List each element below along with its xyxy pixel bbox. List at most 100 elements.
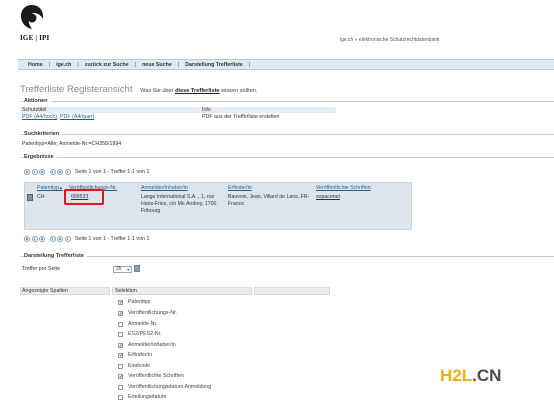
suchkriterien-text: Patenttyp=Alle; Anmelde-Nr.=CH358/1994 — [22, 141, 122, 147]
ige-logo-icon — [21, 5, 44, 29]
checkbox-unchecked[interactable] — [118, 321, 123, 327]
hint-prefix: Was Sie über — [140, 88, 176, 94]
ergebnisse-title: Ergebnisse — [24, 154, 57, 160]
pager-prev-10-icon[interactable] — [31, 169, 38, 175]
suchkriterien-section: Suchkriterien — [20, 131, 554, 137]
hint-suffix: wissen sollten. — [219, 88, 258, 94]
option-anmelder[interactable]: ✔ Anmelder/Inhaber/in — [118, 342, 176, 348]
page-hint: Was Sie über diese Trefferliste wissen s… — [140, 88, 257, 94]
nav-separator: | — [134, 61, 137, 68]
option-label: Veröffentlichte Schriften — [128, 373, 184, 379]
pager-prev-icon[interactable] — [39, 236, 45, 242]
option-label: Veröffentlichungsdatum Anmeldung — [128, 384, 212, 390]
checkbox-checked[interactable]: ✔ — [118, 310, 123, 316]
nav-new-search[interactable]: neue Suche — [142, 62, 172, 68]
option-label: ES2/PES2-Nr. — [128, 331, 162, 337]
option-label: Veröffentlichungs-Nr. — [128, 310, 178, 316]
option-es2[interactable]: ES2/PES2-Nr. — [118, 331, 162, 337]
pager-prev-icon[interactable] — [39, 169, 45, 175]
option-label: Anmelder/Inhaber/in — [128, 342, 176, 348]
aktionen-col-info: Info — [202, 107, 211, 113]
option-kindcode[interactable]: Kindcode — [118, 363, 150, 369]
pager-info: Seite 1 von 1 - Treffer 1-1 von 1 — [75, 236, 150, 242]
ige-logo-text: IGE | IPI — [20, 34, 50, 42]
option-patenttyp[interactable]: ✔ Patenttyp — [118, 299, 150, 305]
checkbox-unchecked[interactable] — [118, 331, 123, 337]
checkbox-unchecked[interactable] — [118, 363, 123, 369]
pager-first-icon[interactable] — [24, 169, 30, 175]
nav-back-to-search[interactable]: zurück zur Suche — [85, 62, 129, 68]
aktionen-title: Aktionen — [24, 98, 51, 104]
page-title: Trefferliste Registeransicht Was Sie übe… — [20, 84, 257, 95]
aktionen-pdf-links: PDF (A4/hoch), PDF (A4/quer) — [22, 114, 94, 120]
option-label: Patenttyp — [128, 299, 151, 305]
ergebnisse-section: Ergebnisse — [20, 154, 554, 160]
per-page-value: 25 — [116, 266, 122, 272]
main-nav: Home | ige.ch | zurück zur Suche | neue … — [18, 59, 554, 70]
pager-info: Seite 1 von 1 - Treffer 1-1 von 1 — [75, 169, 150, 175]
ige-logo[interactable]: IGE | IPI — [20, 4, 50, 42]
checkbox-unchecked[interactable] — [118, 384, 123, 390]
cell-patenttyp: CH — [37, 194, 45, 200]
help-icon[interactable] — [134, 265, 140, 272]
aktionen-info-text: PDF aus der Trefferliste erstellen — [202, 114, 280, 120]
header-tagline: ige.ch » elektronische Schutzrechtdatenb… — [340, 37, 440, 43]
nav-separator: | — [48, 61, 51, 68]
checkbox-checked[interactable]: ✔ — [118, 342, 123, 348]
col-anmelder[interactable]: Anmelder/Inhaber/in — [141, 185, 188, 191]
checkbox-checked[interactable]: ✔ — [118, 352, 123, 358]
aktionen-section: Aktionen — [20, 98, 554, 104]
watermark-part3: CN — [476, 366, 502, 385]
h2l-watermark: H2L.CN — [440, 366, 501, 386]
nav-ige-ch[interactable]: ige.ch — [56, 62, 71, 68]
pager-prev-10-icon[interactable] — [31, 236, 38, 242]
checkbox-unchecked[interactable] — [118, 394, 123, 400]
document-icon[interactable] — [27, 194, 33, 201]
col-schriften[interactable]: Veröffentlichte Schriften — [316, 185, 371, 191]
checkbox-checked[interactable]: ✔ — [118, 299, 123, 305]
per-page-select[interactable]: 25 ▼ — [113, 266, 132, 273]
option-label: Erteilungsdatum — [128, 394, 167, 400]
pager-last-icon[interactable] — [64, 169, 71, 175]
columns-label: Angezeigte Spalten — [22, 288, 68, 294]
page-title-text: Trefferliste Registeransicht — [20, 84, 133, 95]
pdf-landscape-link[interactable]: PDF (A4/quer) — [60, 114, 94, 120]
nav-separator: | — [177, 61, 180, 68]
pager-next-icon[interactable] — [49, 236, 56, 242]
darstellung-section: Darstellung Trefferliste — [20, 253, 554, 259]
option-erfinder[interactable]: ✔ Erfinder/in — [118, 352, 152, 358]
checkbox-checked[interactable]: ✔ — [118, 373, 123, 379]
nav-separator: | — [77, 61, 79, 68]
cell-applicant: Lange International S.A. , 1, rue Hans-F… — [141, 194, 217, 214]
option-label: Kindcode — [128, 363, 151, 369]
pager-next-icon[interactable] — [49, 169, 56, 175]
cell-espacenet-link[interactable]: espacenet — [316, 194, 340, 201]
option-pub-no[interactable]: ✔ Veröffentlichungs-Nr. — [118, 310, 177, 316]
pager-next-10-icon[interactable] — [57, 169, 63, 175]
option-schriften[interactable]: ✔ Veröffentlichte Schriften — [118, 373, 184, 379]
pdf-portrait-link[interactable]: PDF (A4/hoch) — [22, 114, 57, 120]
per-page-label: Treffer pro Seite — [22, 266, 60, 272]
hint-link[interactable]: diese Trefferliste — [175, 88, 219, 94]
pager-first-icon[interactable] — [24, 236, 30, 242]
selection-label: Selektion — [115, 288, 137, 294]
col-patenttyp-label: Patenttyp — [37, 185, 59, 191]
pager-last-icon[interactable] — [64, 236, 71, 242]
cell-inventor: Bauvois, Jean, Villard de Lans, FR-Franc… — [228, 194, 310, 207]
option-label: Erfinder/in — [128, 352, 153, 358]
empty-band — [254, 287, 330, 295]
col-erfinder[interactable]: Erfinder/in — [228, 185, 252, 191]
chevron-down-icon: ▼ — [126, 268, 130, 272]
option-grant-date[interactable]: Erteilungsdatum — [118, 394, 166, 400]
sort-asc-icon: ▲ — [58, 185, 63, 190]
nav-home[interactable]: Home — [28, 62, 43, 68]
pager-next-10-icon[interactable] — [57, 236, 63, 242]
col-patenttyp[interactable]: Patenttyp▲ — [37, 185, 63, 191]
suchkriterien-title: Suchkriterien — [24, 131, 63, 137]
option-anmelde-nr[interactable]: Anmelde-Nr. — [118, 321, 157, 327]
option-pub-date[interactable]: Veröffentlichungsdatum Anmeldung — [118, 384, 211, 390]
nav-result-display[interactable]: Darstellung Trefferliste — [185, 62, 243, 68]
option-label: Anmelde-Nr. — [128, 321, 158, 327]
watermark-part1: H2L — [440, 366, 473, 385]
pager-bottom: Seite 1 von 1 - Treffer 1-1 von 1 — [24, 236, 149, 242]
